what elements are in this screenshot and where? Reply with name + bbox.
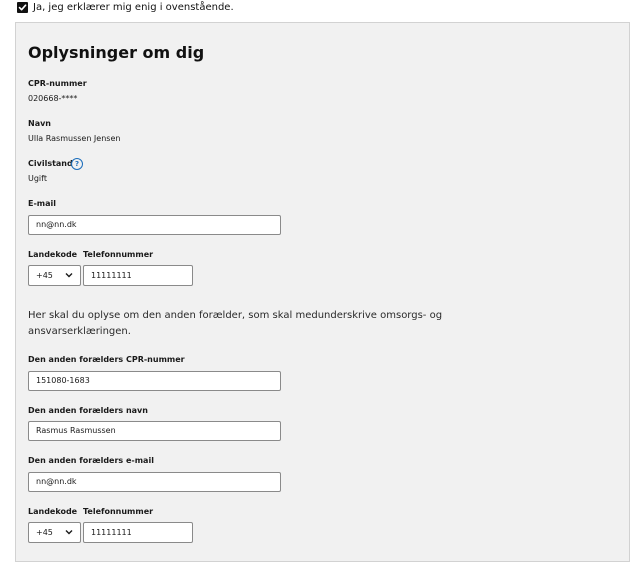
chevron-down-icon (65, 530, 73, 535)
country-code-value: +45 (36, 271, 53, 280)
other-parent-email-field[interactable]: nn@nn.dk (28, 472, 281, 492)
section-title: Oplysninger om dig (28, 43, 205, 62)
country-code-label: Landekode (28, 250, 78, 259)
chevron-down-icon (65, 273, 73, 278)
name-label: Navn (28, 119, 52, 128)
consent-label: Ja, jeg erklærer mig enig i ovenstående. (33, 1, 234, 13)
cpr-label: CPR-nummer (28, 79, 87, 88)
other-parent-phone-field[interactable]: 11111111 (83, 522, 193, 543)
cpr-value: 020668-**** (28, 94, 78, 103)
email-field[interactable]: nn@nn.dk (28, 215, 281, 235)
other-parent-country-code-label: Landekode (28, 507, 78, 516)
consent-checkbox[interactable] (17, 1, 28, 13)
other-parent-country-code-select[interactable]: +45 (28, 522, 81, 543)
consent-row[interactable]: Ja, jeg erklærer mig enig i ovenstående. (17, 0, 234, 14)
checkmark-icon (18, 3, 27, 10)
country-code-select[interactable]: +45 (28, 265, 81, 286)
other-parent-email-label: Den anden forælders e-mail (28, 456, 154, 465)
other-parent-cpr-label: Den anden forælders CPR-nummer (28, 355, 185, 364)
email-label: E-mail (28, 199, 57, 208)
other-parent-intro: Her skal du oplyse om den anden forælder… (28, 310, 443, 337)
other-parent-country-code-value: +45 (36, 528, 53, 537)
personal-info-panel: Oplysninger om dig CPR-nummer 020668-***… (15, 22, 630, 562)
help-icon[interactable]: ? (71, 158, 83, 170)
other-parent-cpr-field[interactable]: 151080-1683 (28, 371, 281, 391)
other-parent-name-field[interactable]: Rasmus Rasmussen (28, 421, 281, 441)
phone-field[interactable]: 11111111 (83, 265, 193, 286)
name-value: Ulla Rasmussen Jensen (28, 134, 121, 143)
other-parent-phone-label: Telefonnummer (83, 507, 154, 516)
civil-status-value: Ugift (28, 174, 47, 183)
phone-label: Telefonnummer (83, 250, 154, 259)
other-parent-name-label: Den anden forælders navn (28, 406, 148, 415)
civil-status-label: Civilstand (28, 159, 73, 168)
